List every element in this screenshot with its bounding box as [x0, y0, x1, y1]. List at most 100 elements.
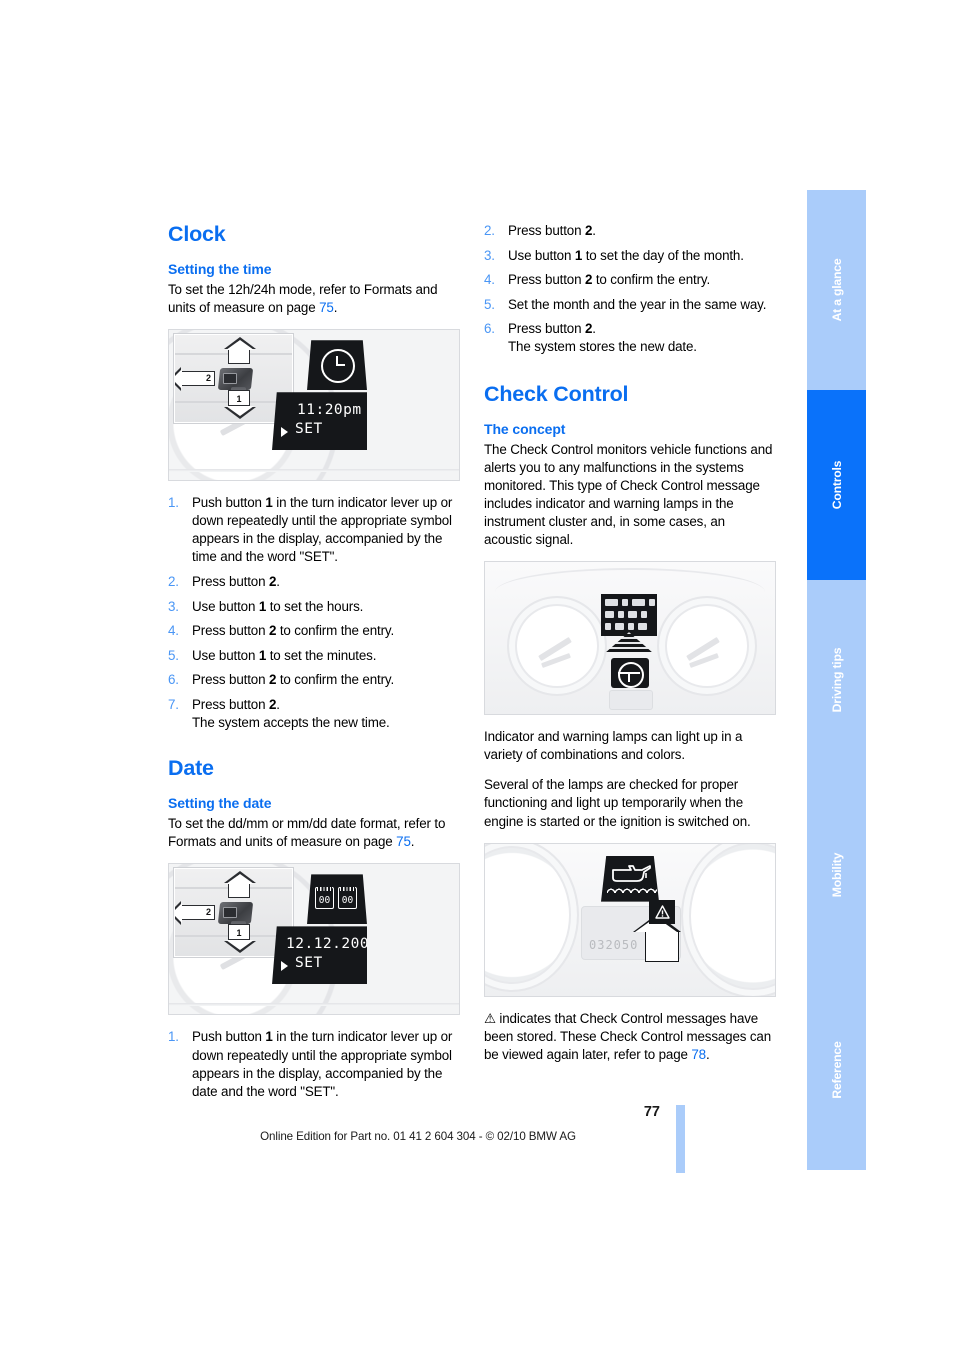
step-text-a: Use button	[192, 598, 259, 614]
clock-symbol-tile	[307, 340, 367, 391]
clock-icon	[321, 349, 355, 384]
calendar-card-left: 00	[315, 887, 334, 910]
clock-intro-text-a: To set the 12h/24h mode, refer to Format…	[168, 282, 438, 316]
step-number: 2.	[168, 574, 179, 590]
display-caret-icon	[281, 427, 288, 438]
warning-lamp-indicator	[605, 611, 614, 619]
step-text-b: .	[276, 697, 280, 713]
list-item: 7. Press button 2. The system accepts the …	[168, 696, 460, 732]
step-number: 7.	[168, 697, 179, 713]
calendar-card-right: 00	[338, 887, 357, 910]
warning-lamp-indicator	[628, 623, 634, 631]
callout-arrow-2: 2	[175, 367, 215, 392]
calendar-card-left-value: 00	[318, 895, 331, 907]
calendar-icon: 00 00	[315, 887, 357, 910]
list-item: 3. Use button 1 to set the hours.	[168, 598, 460, 616]
odometer-reading: 032050	[589, 937, 639, 952]
check-control-note-paragraph: ⚠ indicates that Check Control messages …	[484, 1010, 776, 1064]
step-text-a: Press button	[192, 697, 269, 713]
warning-lamp-indicator	[622, 599, 628, 607]
date-display-set-label: SET	[295, 955, 323, 972]
steering-warning-tile	[611, 658, 649, 689]
step-text-a: Press button	[508, 321, 585, 337]
warning-lamp-indicator	[628, 611, 637, 619]
list-item: 4. Press button 2 to confirm the entry.	[168, 622, 460, 640]
step-text-a: Push button	[192, 495, 266, 511]
warning-lamp-indicator	[618, 611, 624, 619]
callout-label-1-down: 1	[236, 928, 242, 939]
tab-label: Mobility	[829, 852, 844, 898]
date-setting-illustration: 1 1 2 00 00 12.12.2009 SET	[168, 863, 460, 1016]
date-steps-list: 1. Push button 1 in the turn indicator le…	[168, 1028, 460, 1100]
sidebar-tab-controls[interactable]: Controls	[807, 390, 866, 580]
tab-label: At a glance	[829, 258, 844, 322]
step-number: 3.	[168, 598, 179, 614]
turn-indicator-lever-inset: 1 1 2	[174, 868, 293, 958]
note-text-a: indicates that Check Control messages ha…	[484, 1010, 772, 1062]
cluster-odometer-tile	[609, 690, 653, 711]
step-text-b: to set the day of the month.	[582, 247, 744, 263]
date-intro-paragraph: To set the dd/mm or mm/dd date format, r…	[168, 815, 460, 851]
calendar-rings-left	[317, 887, 332, 892]
date-steps-continued-list: 2. Press button 2. 3. Use button 1 to set …	[484, 222, 776, 357]
page-title-date: Date	[168, 756, 214, 781]
list-item: 6. Press button 2. The system stores the n…	[484, 320, 776, 356]
sidebar-tab-reference[interactable]: Reference	[807, 970, 866, 1170]
oil-level-warning-illustration: 032050	[484, 842, 776, 997]
step-text-a: Press button	[508, 223, 585, 238]
tab-label: Driving tips	[829, 647, 844, 713]
step-number: 3.	[484, 247, 495, 263]
figure-watermark-code	[770, 988, 775, 990]
sidebar-tab-at-a-glance[interactable]: At a glance	[807, 190, 866, 390]
list-item: 5. Set the month and the year in the same…	[484, 296, 776, 314]
warning-lamp-indicator	[605, 599, 618, 607]
sidebar-tab-driving-tips[interactable]: Driving tips	[807, 580, 866, 780]
clock-setting-illustration: 1 1 2 11:20pm SET	[168, 329, 460, 482]
page-number: 77	[643, 1104, 660, 1120]
list-item: 1. Push button 1 in the turn indicator le…	[168, 1028, 460, 1100]
step-text-a: Use button	[508, 247, 575, 263]
figure-watermark-code	[454, 1007, 459, 1009]
step-number: 6.	[484, 321, 495, 337]
page-reference-75-clock[interactable]: 75	[319, 300, 334, 315]
callout-arrow-down-1: 1	[224, 390, 256, 420]
step-text-b: .	[592, 321, 596, 337]
callout-label-1-down: 1	[236, 394, 242, 405]
subheading-setting-the-date: Setting the date	[168, 795, 272, 812]
list-item: 2. Press button 2.	[484, 222, 776, 240]
page-title-clock: Clock	[168, 222, 226, 246]
clock-intro-text-b: .	[333, 300, 338, 316]
pointer-arrow-up	[632, 913, 681, 962]
warning-lamp-indicator	[638, 623, 647, 631]
step-text-b: .	[592, 223, 596, 238]
callout-label-1-up: 1	[236, 339, 242, 350]
step-text-a: Press button	[508, 272, 585, 288]
tab-label: Reference	[829, 1041, 844, 1099]
warning-lamp-indicator	[641, 611, 647, 619]
list-item: 5. Use button 1 to set the minutes.	[168, 647, 460, 665]
oil-warning-lamp-tile	[601, 855, 659, 902]
step-text-b: to set the hours.	[266, 598, 364, 614]
step-number: 4.	[168, 623, 179, 639]
clock-display-tile: 11:20pm SET	[272, 392, 367, 451]
warning-lamp-indicator	[615, 623, 624, 631]
clock-display-value: 11:20pm	[297, 402, 362, 419]
clock-display-set-label: SET	[295, 421, 323, 438]
sidebar-tab-mobility[interactable]: Mobility	[807, 780, 866, 970]
date-intro-text-b: .	[410, 834, 415, 850]
step-text-a: Use button	[192, 647, 259, 663]
list-item: 4. Press button 2 to confirm the entry.	[484, 271, 776, 289]
callout-label-2: 2	[205, 373, 211, 384]
check-control-warning-tile	[649, 899, 675, 924]
list-item: 2. Press button 2.	[168, 573, 460, 591]
step-number: 5.	[168, 647, 179, 663]
step-number: 5.	[484, 296, 495, 312]
page-reference-78[interactable]: 78	[691, 1047, 706, 1062]
section-tabs: At a glance Controls Driving tips Mobili…	[807, 190, 866, 1170]
page-reference-75-date[interactable]: 75	[396, 834, 411, 849]
right-column: 2. Press button 2. 3. Use button 1 to set …	[484, 222, 776, 1076]
clock-intro-paragraph: To set the 12h/24h mode, refer to Format…	[168, 281, 460, 317]
page-title-check-control: Check Control	[484, 381, 629, 406]
subheading-setting-the-time: Setting the time	[168, 261, 272, 277]
instrument-cluster-illustration	[484, 561, 776, 716]
